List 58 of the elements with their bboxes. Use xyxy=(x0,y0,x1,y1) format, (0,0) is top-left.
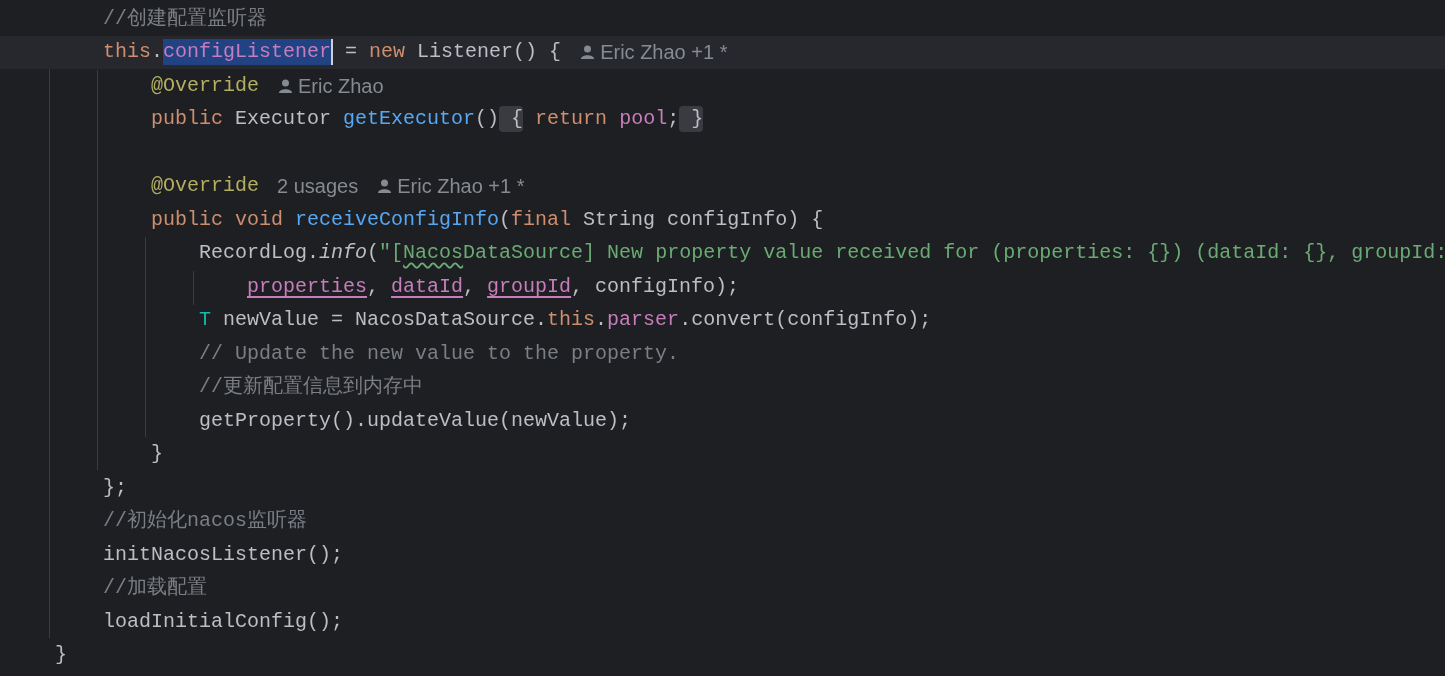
code-text: . xyxy=(151,39,164,66)
code-text: String configInfo) { xyxy=(583,206,824,233)
code-text: , xyxy=(463,273,477,300)
code-text: , xyxy=(367,273,381,300)
string-literal: Nacos xyxy=(403,240,464,267)
code-text: }; xyxy=(103,474,127,501)
annotation: @Override xyxy=(151,173,260,200)
keyword: public xyxy=(151,106,224,133)
code-text: = xyxy=(344,39,359,66)
code-text: ( xyxy=(499,206,512,233)
usages-hint[interactable]: 2 usages xyxy=(277,173,359,200)
string-literal: "[ xyxy=(379,240,404,267)
code-comment: //初始化nacos监听器 xyxy=(103,508,307,535)
selected-text: configListener xyxy=(163,39,332,66)
folded-brace: { xyxy=(499,106,524,133)
string-literal: DataSource] New property value received for (properties: {}) (dataId: {}, groupId: xyxy=(463,240,1445,267)
method-name: receiveConfigInfo xyxy=(295,206,500,233)
code-text: } xyxy=(55,642,67,669)
code-text: ; xyxy=(667,106,680,133)
code-text: initNacosListener(); xyxy=(103,541,344,568)
code-text: getProperty().updateValue(newValue); xyxy=(199,407,632,434)
code-text: , configInfo); xyxy=(571,273,740,300)
keyword: new xyxy=(369,39,407,66)
code-comment: // Update the new value to the property. xyxy=(199,340,680,367)
annotation: @Override xyxy=(151,72,260,99)
code-text: newValue = NacosDataSource. xyxy=(223,307,548,334)
code-text: } xyxy=(151,441,163,468)
method-name: info xyxy=(319,240,368,267)
code-comment: //更新配置信息到内存中 xyxy=(199,374,423,401)
folded-brace: } xyxy=(679,106,704,133)
field-name: parser xyxy=(607,307,680,334)
person-icon xyxy=(378,179,392,194)
code-comment: //加载配置 xyxy=(103,575,207,602)
code-text: ( xyxy=(367,240,380,267)
code-comment: //创建配置监听器 xyxy=(103,5,267,32)
code-text: . xyxy=(595,307,608,334)
code-text: RecordLog. xyxy=(199,240,320,267)
keyword: this xyxy=(103,39,151,66)
field-name: dataId xyxy=(391,273,464,300)
keyword: return xyxy=(534,106,609,133)
author-name: Eric Zhao +1 * xyxy=(600,40,728,66)
author-name: Eric Zhao xyxy=(298,73,384,99)
field-name: properties xyxy=(247,273,368,300)
person-icon xyxy=(279,78,293,93)
field-name: groupId xyxy=(487,273,572,300)
keyword: public void xyxy=(151,206,285,233)
code-text: .convert(configInfo); xyxy=(679,307,932,334)
keyword: final xyxy=(511,206,573,233)
method-name: getExecutor xyxy=(343,106,476,133)
code-text: Listener() { xyxy=(417,39,562,66)
code-text: () xyxy=(475,106,500,133)
person-icon xyxy=(581,45,595,60)
code-text: Executor xyxy=(235,106,333,133)
field-name: pool xyxy=(619,106,668,133)
author-name: Eric Zhao +1 * xyxy=(397,174,525,200)
type-parameter: T xyxy=(199,307,212,334)
keyword: this xyxy=(547,307,596,334)
code-text: loadInitialConfig(); xyxy=(103,608,344,635)
